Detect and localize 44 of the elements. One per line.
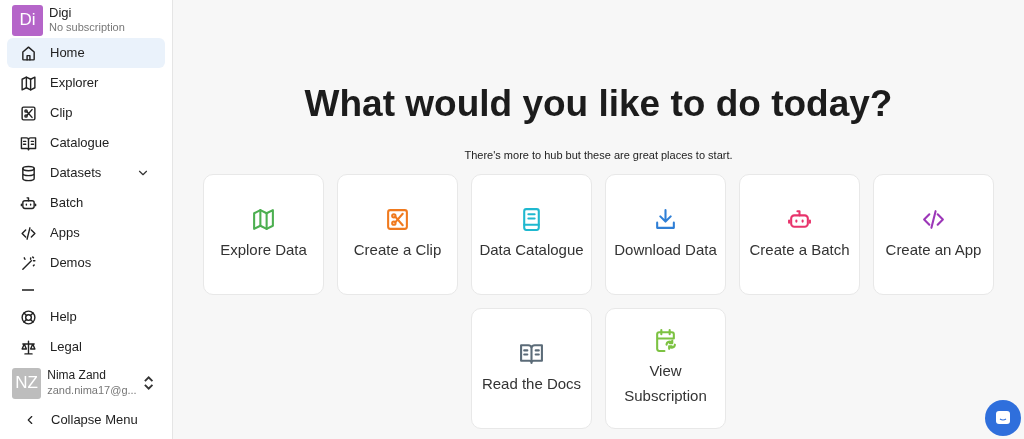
page-title: What would you like to do today? (304, 82, 893, 126)
sidebar-item[interactable]: Demos (7, 248, 165, 278)
sidebar-item[interactable]: Datasets (7, 158, 165, 188)
scissors-icon (385, 206, 410, 232)
home-icon (20, 44, 37, 62)
code-icon (20, 224, 37, 242)
lifebuoy-icon (20, 308, 37, 326)
open-book-icon (20, 134, 37, 152)
sidebar-item[interactable]: Apps (7, 218, 165, 248)
user-email: zand.nima17@g... (47, 383, 137, 398)
map-icon (251, 206, 276, 232)
sidebar-item[interactable]: Catalogue (7, 128, 165, 158)
chat-icon (995, 410, 1011, 426)
sidebar-item[interactable]: Legal (7, 332, 165, 362)
action-card[interactable]: Read the Docs (471, 307, 592, 429)
collapse-menu-button[interactable]: Collapse Menu (7, 406, 165, 434)
action-card[interactable]: Create a Clip (337, 173, 458, 295)
action-card[interactable]: Download Data (605, 173, 726, 295)
action-card[interactable]: View Subscription (605, 307, 726, 429)
calendar-refresh-icon (653, 328, 678, 353)
sidebar-item[interactable]: Clip (7, 98, 165, 128)
scale-icon (20, 338, 37, 356)
robot-icon (20, 194, 37, 212)
database-icon (20, 164, 37, 182)
user-name: Nima Zand (47, 368, 107, 383)
action-card[interactable]: Data Catalogue (471, 173, 592, 295)
sidebar-item[interactable]: Explorer (7, 68, 165, 98)
map-icon (20, 74, 37, 92)
subscription-status: No subscription (49, 20, 125, 35)
sidebar-item[interactable]: Help (7, 302, 165, 332)
user-avatar: NZ (12, 367, 42, 399)
chevron-up-down-icon (142, 375, 154, 391)
action-card[interactable]: Create a Batch (739, 173, 860, 295)
sidebar-item[interactable]: Batch (7, 188, 165, 218)
organization-name: Digi (49, 5, 73, 20)
page-subtitle: There's more to hub but these are great places to start. (464, 148, 733, 163)
action-card[interactable]: Create an App (873, 173, 994, 295)
scissors-icon (20, 104, 37, 122)
sidebar-item[interactable]: Home (7, 38, 165, 68)
magic-wand-icon (20, 254, 37, 272)
chat-button[interactable] (985, 400, 1021, 436)
action-card[interactable]: Explore Data (203, 173, 324, 295)
download-icon (653, 206, 678, 232)
organization-avatar: Di (12, 4, 43, 36)
